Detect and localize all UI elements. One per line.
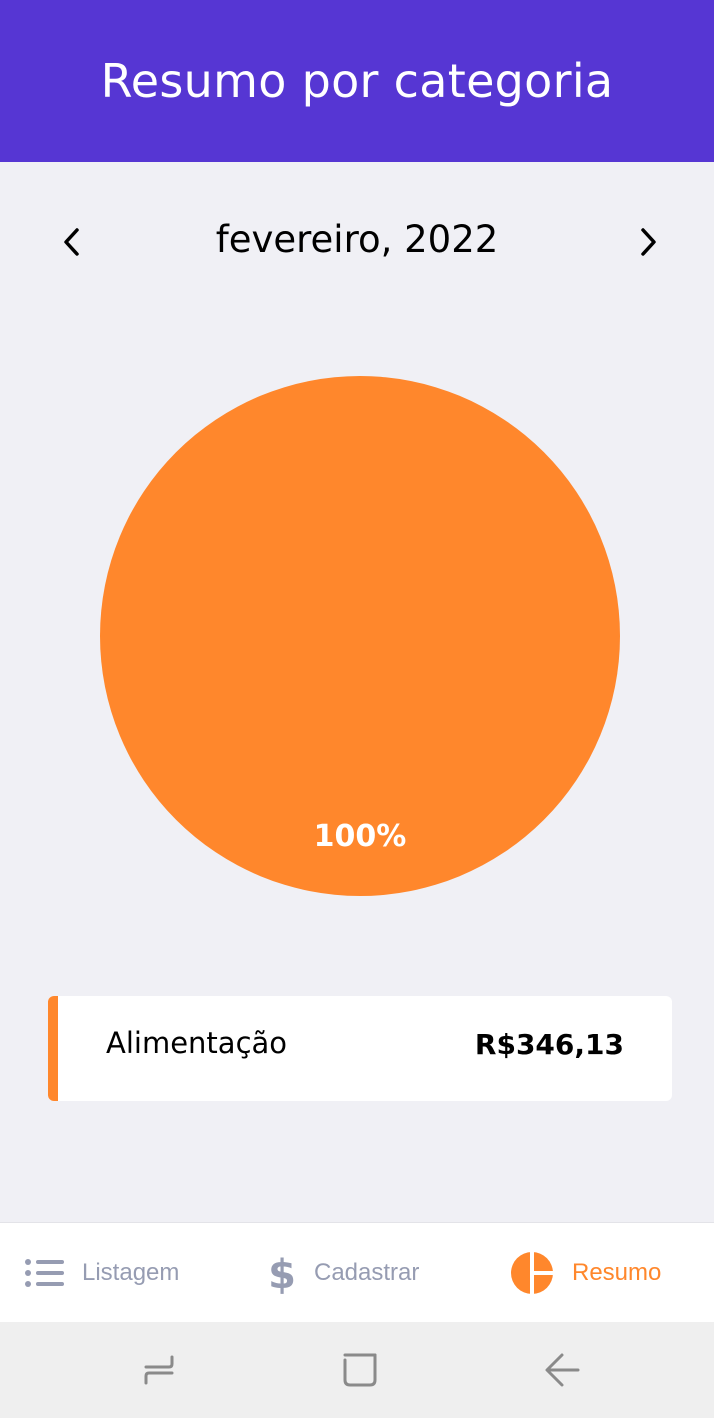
pie-slice — [100, 376, 620, 896]
category-pie-chart: 100% — [100, 376, 620, 896]
category-name: Alimentação — [106, 1026, 288, 1060]
tab-label-resumo: Resumo — [572, 1259, 662, 1286]
tab-resumo[interactable]: Resumo — [510, 1223, 661, 1323]
category-amount: R$346,13 — [474, 1028, 624, 1061]
category-color-bar — [48, 996, 58, 1101]
home-icon — [343, 1353, 377, 1387]
pie-chart-svg: 100% — [100, 376, 620, 896]
home-button[interactable] — [340, 1350, 380, 1390]
back-button[interactable] — [542, 1350, 582, 1390]
category-card: Alimentação R$346,13 — [48, 996, 672, 1101]
list-icon — [25, 1259, 64, 1287]
svg-text:$: $ — [268, 1252, 296, 1295]
chevron-right-icon — [641, 228, 656, 256]
recent-apps-icon — [144, 1355, 174, 1385]
month-label: fevereiro, 2022 — [215, 218, 499, 261]
tab-listagem[interactable]: Listagem — [24, 1223, 179, 1323]
next-month-button[interactable] — [618, 200, 678, 284]
header: Resumo por categoria — [0, 0, 714, 162]
back-icon — [545, 1353, 580, 1387]
pie-chart-icon — [511, 1251, 554, 1295]
tab-label-cadastrar: Cadastrar — [314, 1259, 420, 1286]
recent-apps-button[interactable] — [139, 1350, 179, 1390]
tab-cadastrar[interactable]: $ Cadastrar — [268, 1223, 419, 1323]
system-navigation-bar — [0, 1322, 714, 1418]
month-selector: fevereiro, 2022 — [0, 200, 714, 284]
pie-slice-percent-label: 100% — [314, 819, 407, 854]
bottom-tab-bar: Listagem $ Cadastrar Resumo — [0, 1222, 714, 1322]
page-title: Resumo por categoria — [100, 54, 614, 108]
dollar-sign-icon: $ — [268, 1252, 296, 1295]
tab-label-listagem: Listagem — [82, 1259, 180, 1286]
